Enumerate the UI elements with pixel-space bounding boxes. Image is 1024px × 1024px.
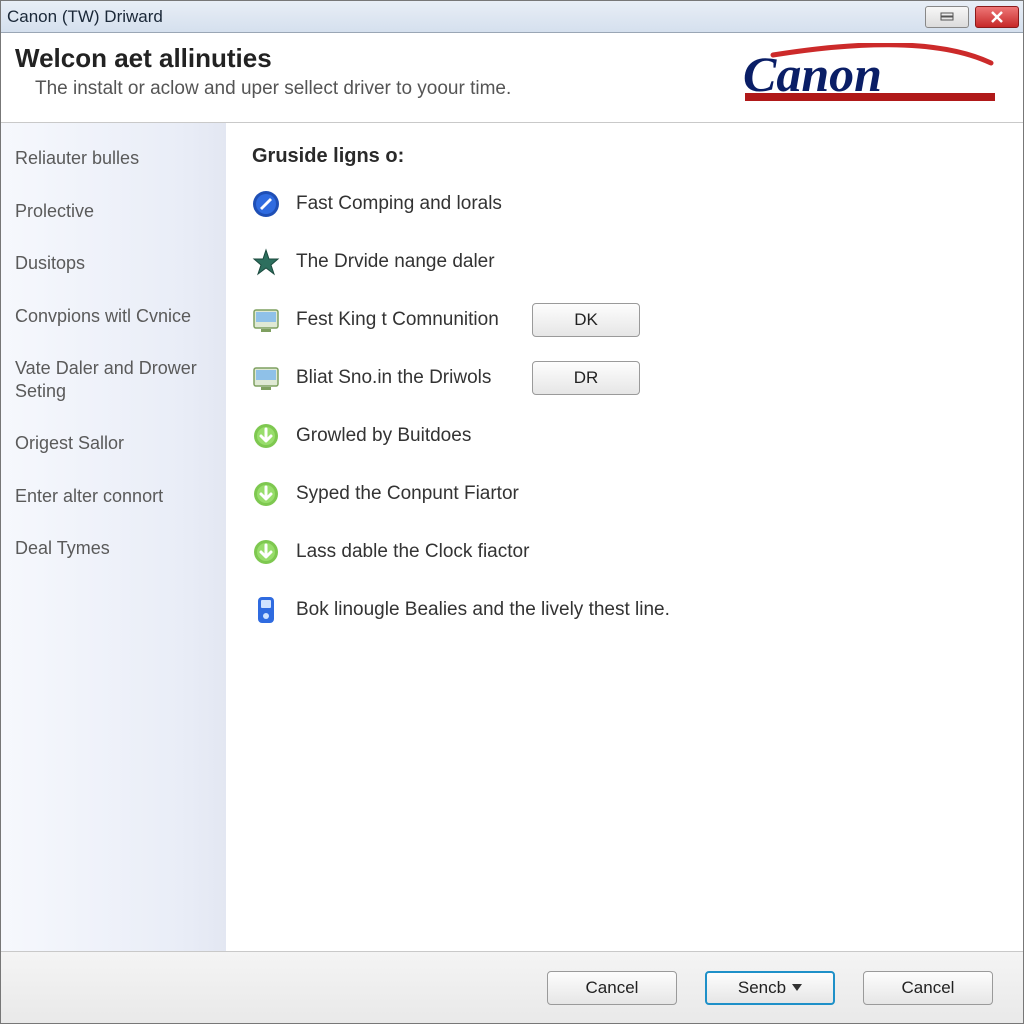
send-button[interactable]: Sencb	[705, 971, 835, 1005]
sidebar-item-0[interactable]: Reliauter bulles	[15, 147, 212, 170]
option-label: Fast Comping and lorals	[296, 193, 502, 215]
sidebar-item-1[interactable]: Prolective	[15, 200, 212, 223]
window-controls	[925, 6, 1023, 28]
arrow-down-green-icon	[252, 480, 280, 508]
minimize-button[interactable]	[925, 6, 969, 28]
sidebar-item-7[interactable]: Deal Tymes	[15, 537, 212, 560]
window-title: Canon (TW) Driward	[7, 7, 163, 27]
send-button-label: Sencb	[738, 978, 786, 998]
option-label: Growled by Buitdoes	[296, 425, 471, 447]
option-label: Syped the Conpunt Fiartor	[296, 483, 519, 505]
body: Reliauter bulles Prolective Dusitops Con…	[1, 123, 1023, 951]
main-heading: Gruside ligns o:	[252, 145, 997, 168]
sidebar-item-2[interactable]: Dusitops	[15, 252, 212, 275]
option-row-4: Growled by Buitdoes	[252, 418, 997, 454]
option-row-7: Bok linougle Bealies and the lively thes…	[252, 592, 997, 628]
titlebar: Canon (TW) Driward	[1, 1, 1023, 33]
header: Welcon aet allinuties The instalt or acl…	[1, 33, 1023, 123]
header-text: Welcon aet allinuties The instalt or acl…	[15, 43, 511, 100]
app-window: Canon (TW) Driward Welcon aet allinuties…	[0, 0, 1024, 1024]
footer: Cancel Sencb Cancel	[1, 951, 1023, 1023]
page-title: Welcon aet allinuties	[15, 43, 511, 74]
dk-button[interactable]: DK	[532, 303, 640, 337]
option-label: Fest King t Comnunition	[296, 309, 516, 331]
chevron-down-icon	[792, 984, 802, 991]
monitor-icon	[252, 364, 280, 392]
close-button[interactable]	[975, 6, 1019, 28]
canon-logo: Canon	[743, 43, 1003, 110]
arrow-down-green-icon	[252, 422, 280, 450]
dr-button[interactable]: DR	[532, 361, 640, 395]
star-icon	[252, 248, 280, 276]
arrow-down-green-icon	[252, 538, 280, 566]
option-row-1: The Drvide nange daler	[252, 244, 997, 280]
cancel-button-left[interactable]: Cancel	[547, 971, 677, 1005]
device-blue-icon	[252, 596, 280, 624]
wrench-circle-icon	[252, 190, 280, 218]
option-row-0: Fast Comping and lorals	[252, 186, 997, 222]
sidebar-item-4[interactable]: Vate Daler and Drower Seting	[15, 357, 212, 402]
sidebar-item-5[interactable]: Origest Sallor	[15, 432, 212, 455]
option-label: Bliat Sno.in the Driwols	[296, 367, 516, 389]
sidebar-item-3[interactable]: Convpions witl Cvnice	[15, 305, 212, 328]
option-label: Bok linougle Bealies and the lively thes…	[296, 599, 670, 621]
option-label: The Drvide nange daler	[296, 251, 495, 273]
sidebar: Reliauter bulles Prolective Dusitops Con…	[1, 123, 226, 951]
option-label: Lass dable the Clock fiactor	[296, 541, 529, 563]
monitor-icon	[252, 306, 280, 334]
page-subtitle: The instalt or aclow and uper sellect dr…	[15, 78, 511, 100]
sidebar-item-6[interactable]: Enter alter connort	[15, 485, 212, 508]
option-row-6: Lass dable the Clock fiactor	[252, 534, 997, 570]
cancel-button-right[interactable]: Cancel	[863, 971, 993, 1005]
main-panel: Gruside ligns o: Fast Comping and lorals…	[226, 123, 1023, 951]
option-row-5: Syped the Conpunt Fiartor	[252, 476, 997, 512]
option-row-2: Fest King t Comnunition DK	[252, 302, 997, 338]
option-row-3: Bliat Sno.in the Driwols DR	[252, 360, 997, 396]
